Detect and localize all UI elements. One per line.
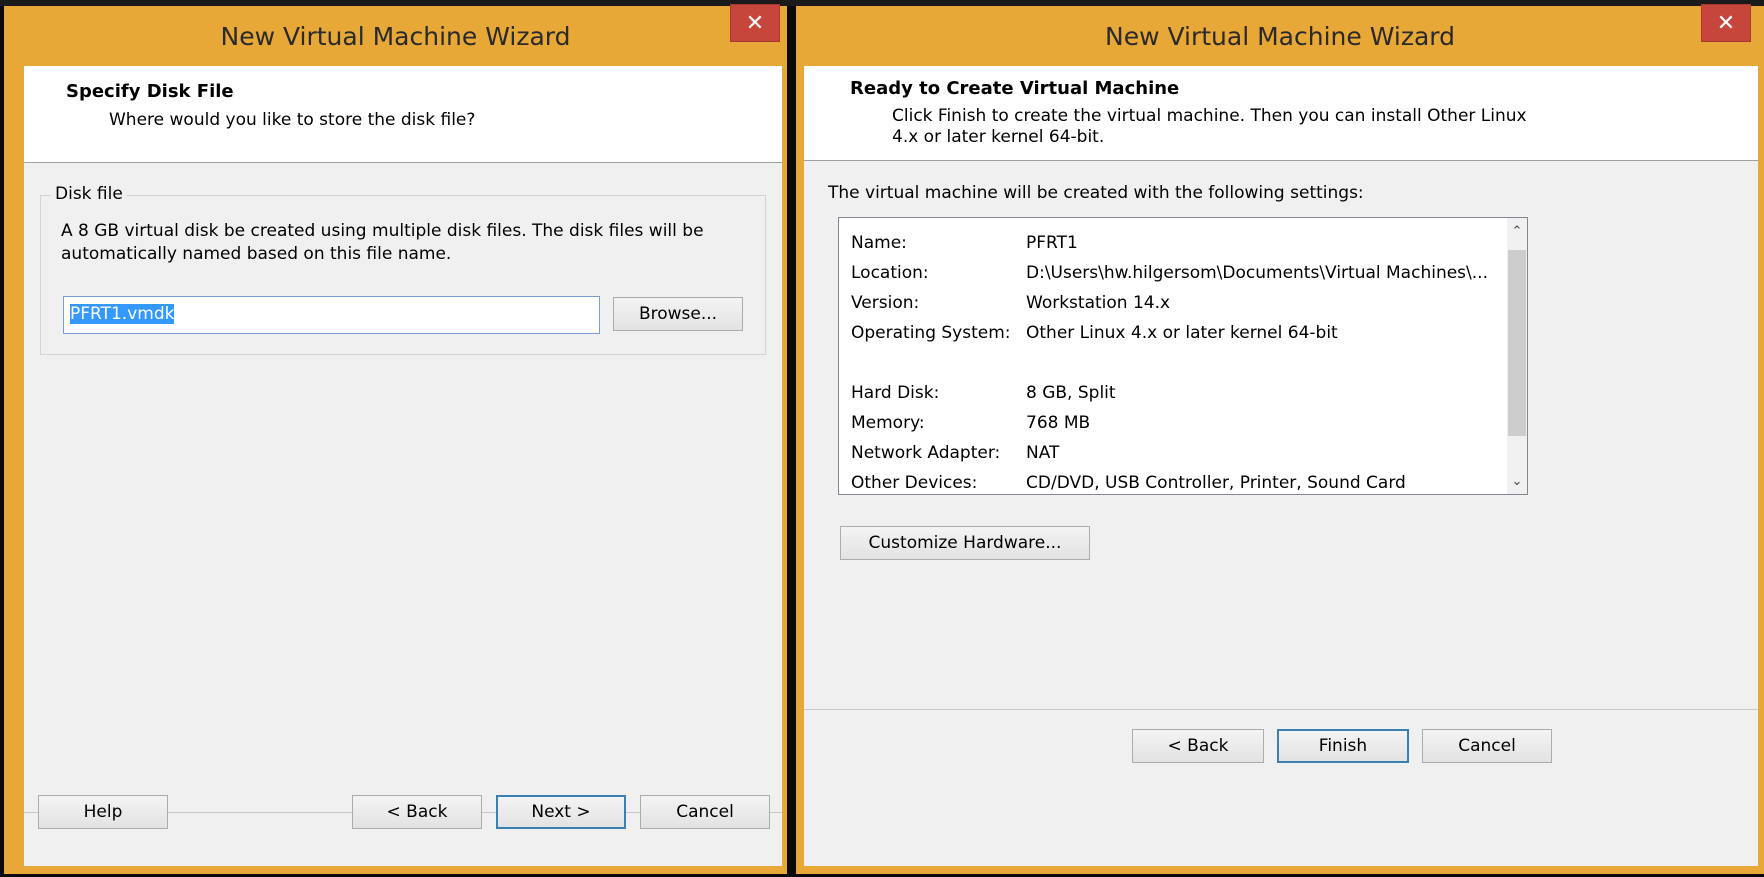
close-button[interactable]: ✕ <box>730 4 780 42</box>
setting-key: Version: <box>851 293 920 313</box>
scrollbar-thumb[interactable] <box>1508 250 1526 436</box>
vertical-scrollbar[interactable]: ⌃ ⌄ <box>1507 218 1527 494</box>
back-button[interactable]: < Back <box>352 795 482 829</box>
title-bar[interactable]: New Virtual Machine Wizard <box>4 6 787 66</box>
cancel-button[interactable]: Cancel <box>640 795 770 829</box>
cancel-button[interactable]: Cancel <box>1422 729 1552 763</box>
settings-row: Network Adapter: NAT <box>851 438 1516 468</box>
settings-row: Other Devices: CD/DVD, USB Controller, Pr… <box>851 468 1516 498</box>
next-button[interactable]: Next > <box>496 795 626 829</box>
help-button-label: Help <box>83 802 123 822</box>
disk-file-name-input[interactable]: PFRT1.vmdk <box>63 296 600 334</box>
scroll-down-icon[interactable]: ⌄ <box>1507 470 1527 492</box>
scroll-up-icon[interactable]: ⌃ <box>1507 220 1527 242</box>
setting-key: Memory: <box>851 413 925 433</box>
wizard-dialog-disk-file: New Virtual Machine Wizard ✕ Specify Dis… <box>4 4 787 874</box>
customize-hardware-label: Customize Hardware... <box>868 533 1062 553</box>
setting-value: CD/DVD, USB Controller, Printer, Sound C… <box>1026 473 1406 493</box>
setting-key: Network Adapter: <box>851 443 1001 463</box>
setting-value: Workstation 14.x <box>1026 293 1171 313</box>
back-button[interactable]: < Back <box>1132 729 1264 763</box>
settings-row: Location: D:\Users\hw.hilgersom\Documents… <box>851 258 1516 288</box>
settings-row <box>851 348 1516 378</box>
settings-row: Operating System: Other Linux 4.x or late… <box>851 318 1516 348</box>
finish-button[interactable]: Finish <box>1277 729 1409 763</box>
settings-row: Name: PFRT1 <box>851 228 1516 258</box>
setting-value: NAT <box>1026 443 1060 463</box>
page-title: Ready to Create Virtual Machine <box>850 78 1180 99</box>
title-bar[interactable]: New Virtual Machine Wizard <box>796 6 1764 66</box>
page-subtitle: Click Finish to create the virtual machi… <box>892 106 1527 147</box>
setting-key: Operating System: <box>851 323 1011 343</box>
setting-value: 768 MB <box>1026 413 1091 433</box>
settings-row: Version: Workstation 14.x <box>851 288 1516 318</box>
back-button-label: < Back <box>1167 736 1229 756</box>
page-subtitle: Where would you like to store the disk f… <box>109 110 476 130</box>
window-title: New Virtual Machine Wizard <box>1105 21 1455 51</box>
setting-key: Name: <box>851 233 907 253</box>
cancel-button-label: Cancel <box>1458 736 1516 756</box>
disk-file-group: Disk file A 8 GB virtual disk be created… <box>40 184 766 355</box>
selected-text: PFRT1.vmdk <box>70 304 175 324</box>
wizard-header: Specify Disk File Where would you like t… <box>24 66 782 163</box>
setting-value: 8 GB, Split <box>1026 383 1116 403</box>
back-button-label: < Back <box>386 802 448 822</box>
close-button[interactable]: ✕ <box>1701 4 1751 42</box>
window-title: New Virtual Machine Wizard <box>220 21 571 51</box>
next-button-label: Next > <box>531 802 591 822</box>
browse-button-label: Browse... <box>638 304 718 324</box>
group-label: Disk file <box>51 184 127 204</box>
setting-key: Other Devices: <box>851 473 978 493</box>
disk-file-description: A 8 GB virtual disk be created using mul… <box>61 221 704 264</box>
setting-value: Other Linux 4.x or later kernel 64-bit <box>1026 323 1338 343</box>
customize-hardware-button[interactable]: Customize Hardware... <box>840 526 1090 560</box>
settings-row: Hard Disk: 8 GB, Split <box>851 378 1516 408</box>
footer-separator <box>804 709 1758 710</box>
setting-key: Location: <box>851 263 929 283</box>
help-button[interactable]: Help <box>38 795 168 829</box>
setting-value: D:\Users\hw.hilgersom\Documents\Virtual … <box>1026 263 1488 283</box>
setting-key: Hard Disk: <box>851 383 940 403</box>
browse-button[interactable]: Browse... <box>613 297 743 331</box>
settings-intro: The virtual machine will be created with… <box>828 183 1364 203</box>
finish-button-label: Finish <box>1318 736 1368 756</box>
close-icon: ✕ <box>1716 10 1736 36</box>
wizard-header: Ready to Create Virtual Machine Click Fi… <box>804 66 1758 161</box>
dialog-client-area: Specify Disk File Where would you like t… <box>24 66 782 866</box>
dialog-client-area: Ready to Create Virtual Machine Click Fi… <box>804 66 1758 866</box>
setting-value: PFRT1 <box>1026 233 1078 253</box>
settings-row: Memory: 768 MB <box>851 408 1516 438</box>
cancel-button-label: Cancel <box>676 802 734 822</box>
settings-rows: Name: PFRT1 Location: D:\Users\hw.hilgersom… <box>851 228 1516 498</box>
wizard-dialog-ready: New Virtual Machine Wizard ✕ Ready to Cr… <box>796 4 1764 874</box>
settings-summary-list[interactable]: Name: PFRT1 Location: D:\Users\hw.hilgersom… <box>838 217 1528 495</box>
close-icon: ✕ <box>745 10 765 36</box>
page-title: Specify Disk File <box>66 81 234 102</box>
